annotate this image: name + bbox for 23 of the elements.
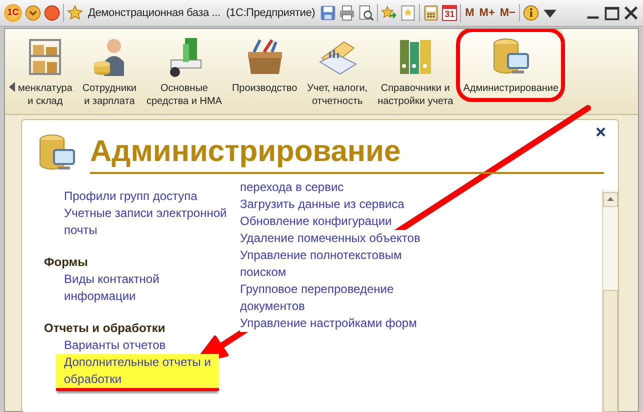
menu-link[interactable]: Управление настройками форм xyxy=(240,315,417,332)
menu-link[interactable]: Удаление помеченных объектов xyxy=(240,230,420,247)
section-tab[interactable]: Администрирование xyxy=(459,29,563,100)
window-title: Демонстрационная база ... (1С:Предприятие) xyxy=(88,6,316,21)
section-heading: Формы xyxy=(44,254,88,271)
section-tab[interactable]: Основные средства и НМА xyxy=(142,29,226,113)
section-tab[interactable]: Производство xyxy=(228,29,302,100)
memory-button[interactable]: M+ xyxy=(478,4,496,22)
menu-link[interactable]: Управление полнотекстовым поиском xyxy=(240,247,402,281)
menu-link[interactable]: Виды контактной информации xyxy=(64,271,160,305)
menu-link[interactable]: Дополнительные отчеты и обработки xyxy=(56,354,219,391)
memory-button[interactable]: M xyxy=(464,4,476,22)
section-tab[interactable]: Учет, налоги, отчетность xyxy=(303,29,372,113)
menu-link[interactable]: Профили групп доступа xyxy=(64,188,198,205)
calendar-icon[interactable]: 31 xyxy=(442,5,458,21)
menu-link[interactable]: Обновление конфигурации xyxy=(240,213,392,230)
section-tab[interactable]: Сотрудники и зарплата xyxy=(78,29,140,113)
section-heading: Отчеты и обработки xyxy=(44,320,166,337)
memory-button[interactable]: M− xyxy=(498,4,516,22)
menu-link[interactable]: Групповое перепроведение документов xyxy=(240,281,394,315)
section-tab[interactable]: Справочники и настройки учета xyxy=(374,29,458,113)
logo-icon[interactable]: 1С xyxy=(4,4,22,22)
section-tab[interactable]: менклатура и склад xyxy=(17,29,76,113)
